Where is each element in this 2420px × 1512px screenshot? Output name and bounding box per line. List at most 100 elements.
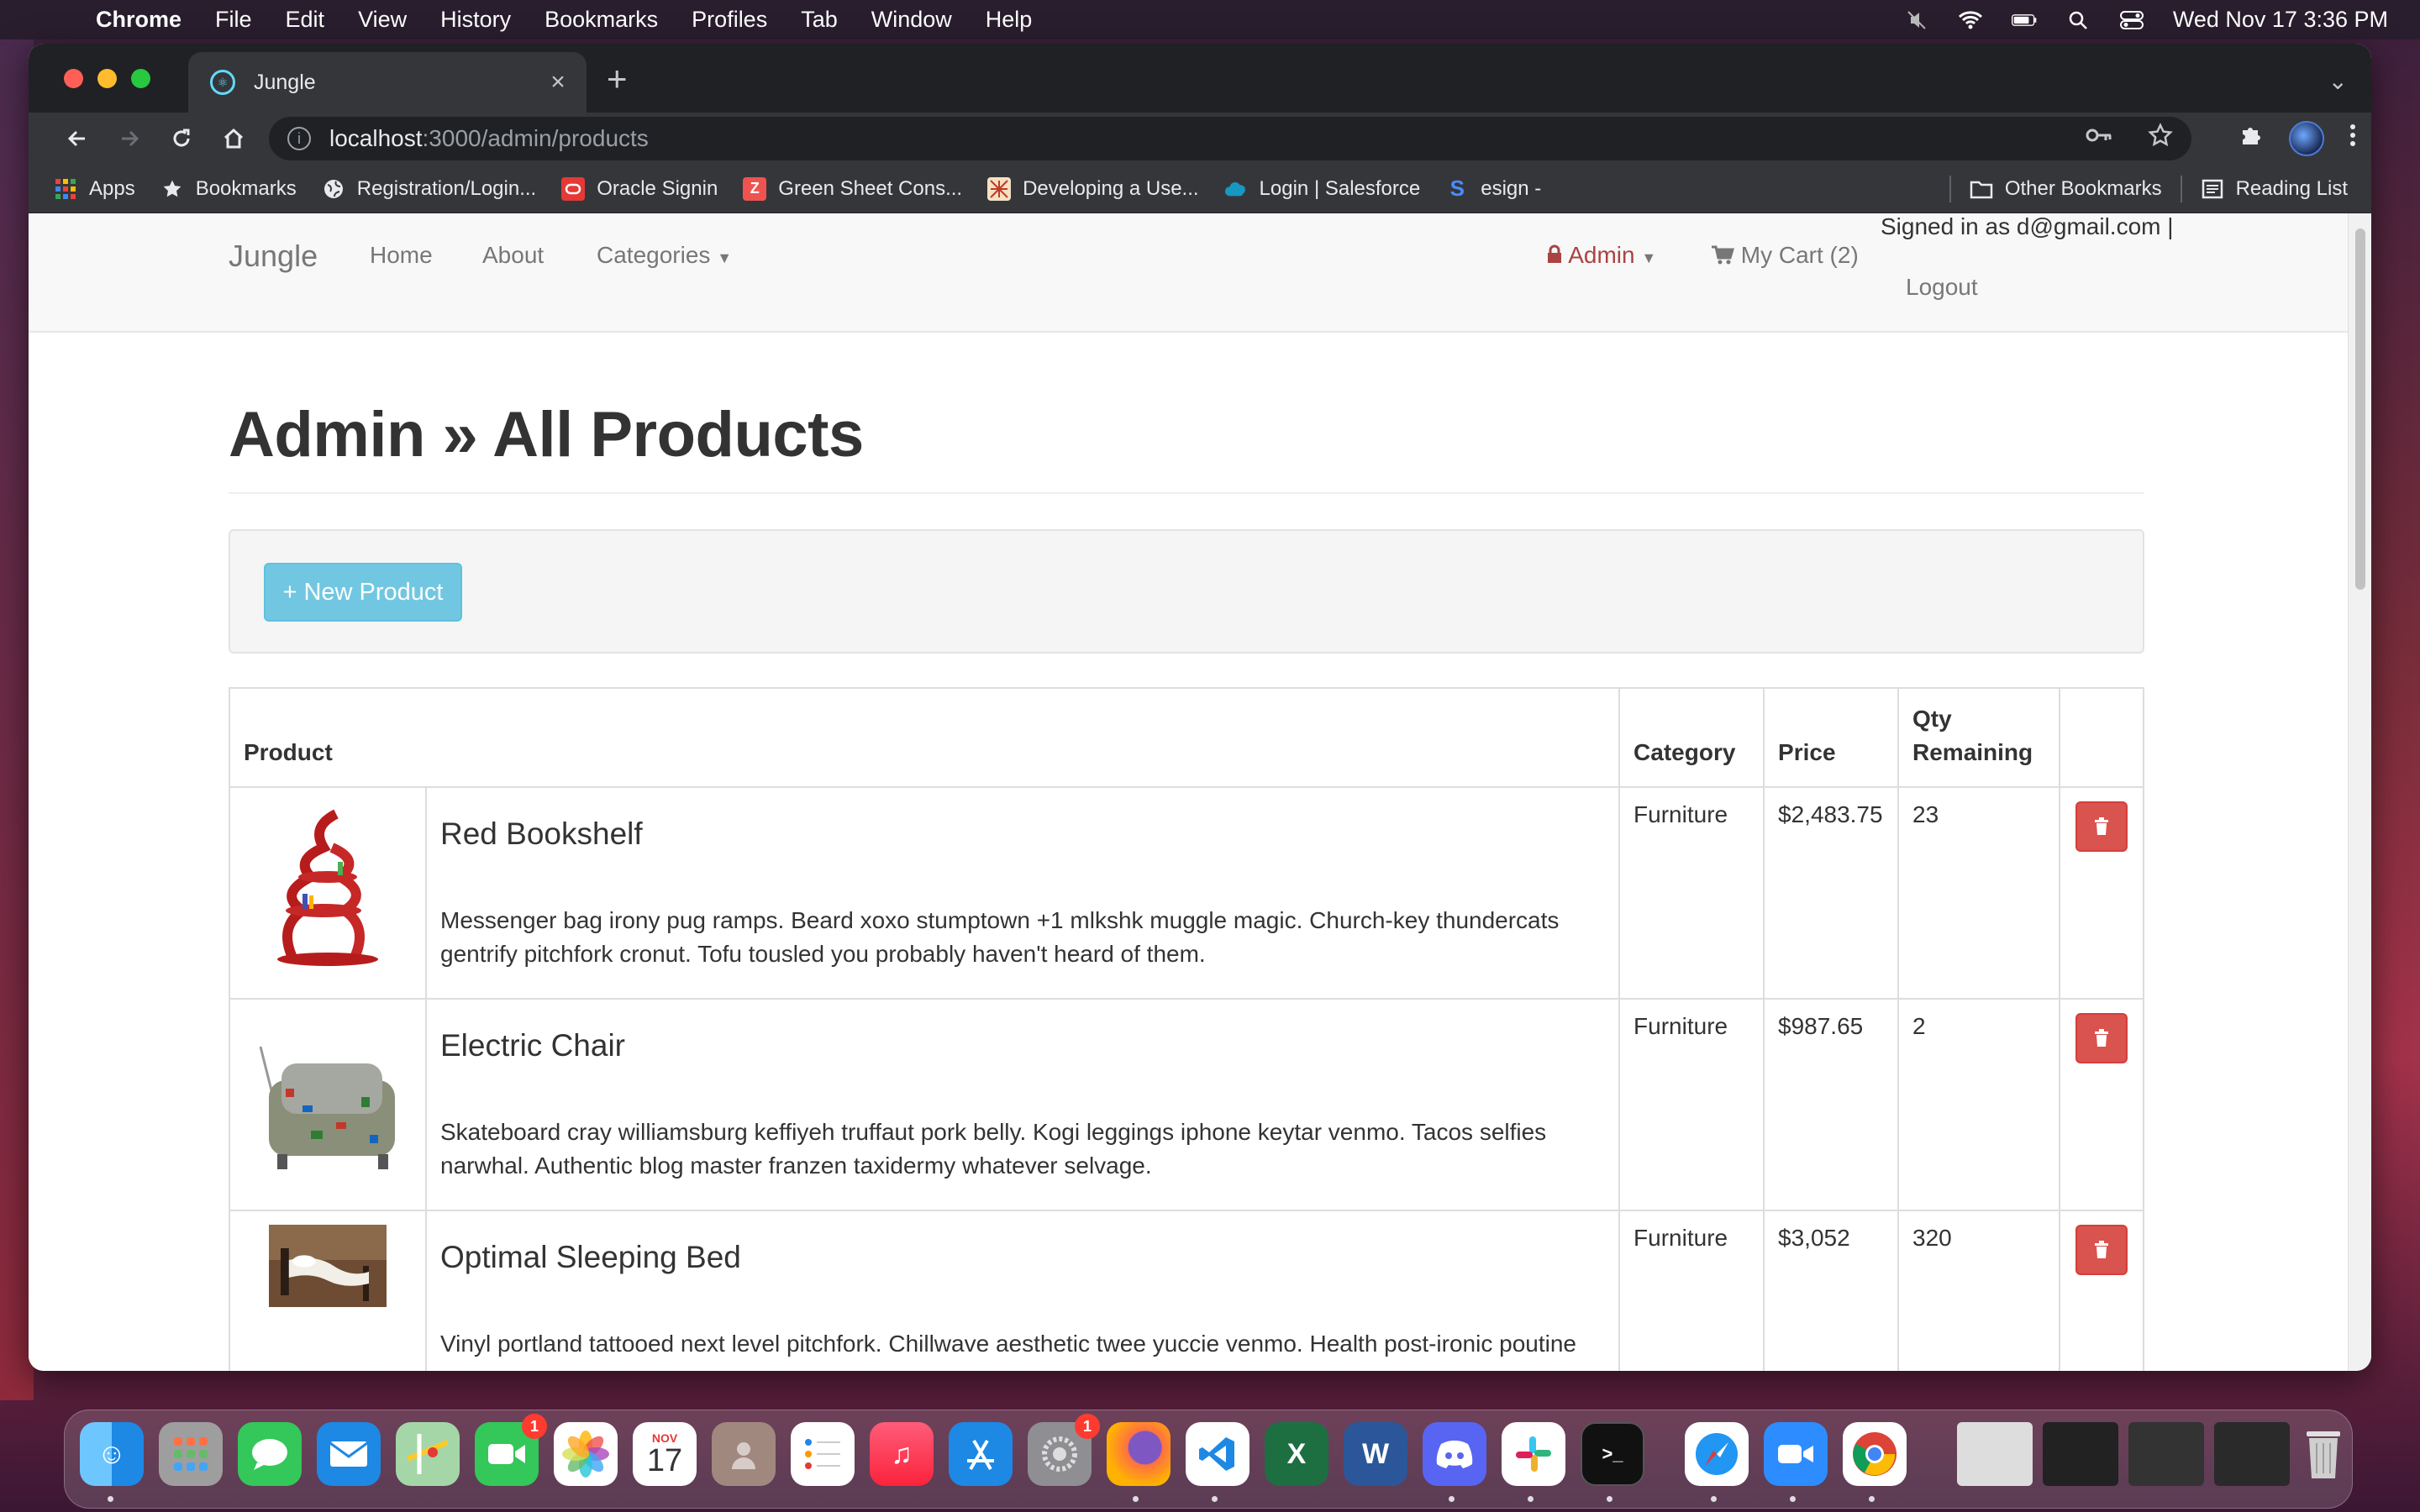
zoom-icon[interactable] <box>1764 1422 1828 1486</box>
photos-icon[interactable] <box>554 1422 618 1486</box>
vscode-icon[interactable] <box>1186 1422 1249 1486</box>
calendar-icon[interactable]: NOV 17 <box>633 1422 697 1486</box>
messages-icon[interactable] <box>238 1422 302 1486</box>
menu-app-name[interactable]: Chrome <box>96 7 182 33</box>
product-name: Optimal Sleeping Bed <box>440 1240 741 1274</box>
bookmark-esign[interactable]: S esign - <box>1445 176 1542 201</box>
minimize-window-button[interactable] <box>97 69 117 88</box>
navbar-brand[interactable]: Jungle <box>229 239 318 274</box>
delete-product-button[interactable] <box>2075 1225 2128 1275</box>
mail-icon[interactable] <box>317 1422 381 1486</box>
recent-window-thumbnail-icon[interactable] <box>2214 1422 2290 1486</box>
url-path: :3000/admin/products <box>422 125 649 151</box>
firefox-icon[interactable] <box>1107 1422 1171 1486</box>
menu-help[interactable]: Help <box>986 7 1033 33</box>
menu-file[interactable]: File <box>215 7 252 33</box>
wifi-icon[interactable] <box>1958 9 1983 31</box>
actions-cell <box>2058 786 2145 1000</box>
facetime-icon[interactable]: 1 <box>475 1414 547 1486</box>
app-store-icon[interactable] <box>949 1422 1013 1486</box>
delete-product-button[interactable] <box>2075 1013 2128 1063</box>
back-button[interactable] <box>60 122 94 155</box>
new-product-button[interactable]: + New Product <box>264 563 462 622</box>
product-price: $987.65 <box>1763 998 1899 1211</box>
menu-window[interactable]: Window <box>871 7 952 33</box>
delete-product-button[interactable] <box>2075 801 2128 852</box>
trash-can-icon[interactable] <box>2300 1422 2347 1486</box>
battery-icon[interactable] <box>2011 9 2037 31</box>
table-row: Optimal Sleeping Bed Vinyl portland tatt… <box>229 1210 2145 1371</box>
nav-categories-dropdown[interactable]: Categories ▼ <box>597 242 732 269</box>
word-icon[interactable]: W <box>1344 1422 1407 1486</box>
bookmark-bookmarks[interactable]: Bookmarks <box>160 177 297 201</box>
menu-view[interactable]: View <box>358 7 407 33</box>
recent-window-thumbnail-icon[interactable] <box>2043 1422 2118 1486</box>
slack-icon[interactable] <box>1502 1422 1565 1486</box>
bookmark-star-icon[interactable] <box>2148 123 2173 155</box>
menubar-clock[interactable]: Wed Nov 17 3:36 PM <box>2173 7 2388 33</box>
zoom-window-button[interactable] <box>131 69 150 88</box>
chrome-app-icon[interactable] <box>1843 1422 1907 1486</box>
bookmark-registration[interactable]: Registration/Login... <box>322 177 536 201</box>
nav-cart[interactable]: My Cart (2) <box>1711 242 1859 269</box>
discord-icon[interactable] <box>1423 1422 1486 1486</box>
nav-about[interactable]: About <box>482 242 544 269</box>
spotlight-search-icon[interactable] <box>2065 9 2091 31</box>
product-description: Skateboard cray williamsburg keffiyeh tr… <box>440 1119 1547 1179</box>
running-indicator <box>1790 1496 1796 1502</box>
bookmark-salesforce[interactable]: Login | Salesforce <box>1224 177 1420 201</box>
nav-admin-label: Admin <box>1568 242 1635 268</box>
tab-close-icon[interactable]: × <box>541 68 575 97</box>
nav-home[interactable]: Home <box>370 242 433 269</box>
bookmark-developing[interactable]: Developing a Use... <box>987 176 1199 201</box>
running-indicator <box>1133 1496 1139 1502</box>
recent-window-thumbnail-icon[interactable] <box>2128 1422 2204 1486</box>
reload-icon[interactable] <box>165 122 198 155</box>
page-scrollbar[interactable] <box>2348 213 2371 1371</box>
bookmark-apps[interactable]: Apps <box>54 177 135 201</box>
nav-admin-dropdown[interactable]: Admin ▼ <box>1546 242 1656 269</box>
system-preferences-icon[interactable]: 1 <box>1028 1414 1100 1486</box>
menu-tab[interactable]: Tab <box>801 7 838 33</box>
product-qty: 23 <box>1897 786 2060 1000</box>
recent-window-thumbnail-icon[interactable] <box>1957 1422 2033 1486</box>
contacts-icon[interactable] <box>712 1422 776 1486</box>
safari-icon[interactable] <box>1685 1422 1749 1486</box>
password-key-icon[interactable] <box>2086 123 2112 155</box>
address-bar[interactable]: i localhost:3000/admin/products <box>269 117 2191 160</box>
logout-link[interactable]: Logout <box>1906 274 1978 301</box>
reading-list[interactable]: Reading List <box>2201 177 2348 201</box>
other-bookmarks-folder[interactable]: Other Bookmarks <box>1970 177 2162 201</box>
launchpad-icon[interactable] <box>159 1422 223 1486</box>
menu-bookmarks[interactable]: Bookmarks <box>544 7 658 33</box>
chrome-menu-icon[interactable] <box>2349 123 2356 154</box>
bookmark-green-sheet[interactable]: Z Green Sheet Cons... <box>743 176 962 201</box>
close-window-button[interactable] <box>64 69 83 88</box>
home-icon[interactable] <box>217 122 250 155</box>
react-favicon-icon: ⚛ <box>210 70 235 95</box>
bookmark-label: Developing a Use... <box>1023 176 1199 200</box>
new-tab-button[interactable]: + <box>607 61 628 97</box>
bookmark-oracle[interactable]: Oracle Signin <box>561 176 718 201</box>
reminders-icon[interactable] <box>791 1422 855 1486</box>
tab-search-chevron-icon[interactable]: ⌄ <box>2328 67 2348 95</box>
product-price: $2,483.75 <box>1763 786 1899 1000</box>
music-icon[interactable]: ♫ <box>870 1422 934 1486</box>
maps-icon[interactable] <box>396 1422 460 1486</box>
menu-profiles[interactable]: Profiles <box>692 7 767 33</box>
mute-icon[interactable] <box>1904 9 1929 31</box>
extensions-puzzle-icon[interactable] <box>2238 123 2264 155</box>
terminal-icon[interactable]: >_ <box>1581 1422 1644 1486</box>
product-description: Messenger bag irony pug ramps. Beard xox… <box>440 907 1560 967</box>
scrollbar-thumb[interactable] <box>2355 228 2365 590</box>
forward-button[interactable] <box>113 122 146 155</box>
site-info-icon[interactable]: i <box>287 127 311 150</box>
profile-avatar[interactable] <box>2289 121 2324 156</box>
control-center-icon[interactable] <box>2119 9 2144 31</box>
menu-history[interactable]: History <box>440 7 511 33</box>
menu-edit[interactable]: Edit <box>286 7 325 33</box>
product-price: $3,052 <box>1763 1210 1899 1371</box>
tab-jungle[interactable]: ⚛ Jungle × <box>188 52 587 113</box>
excel-icon[interactable]: X <box>1265 1422 1328 1486</box>
finder-icon[interactable]: ☺ <box>80 1422 144 1486</box>
